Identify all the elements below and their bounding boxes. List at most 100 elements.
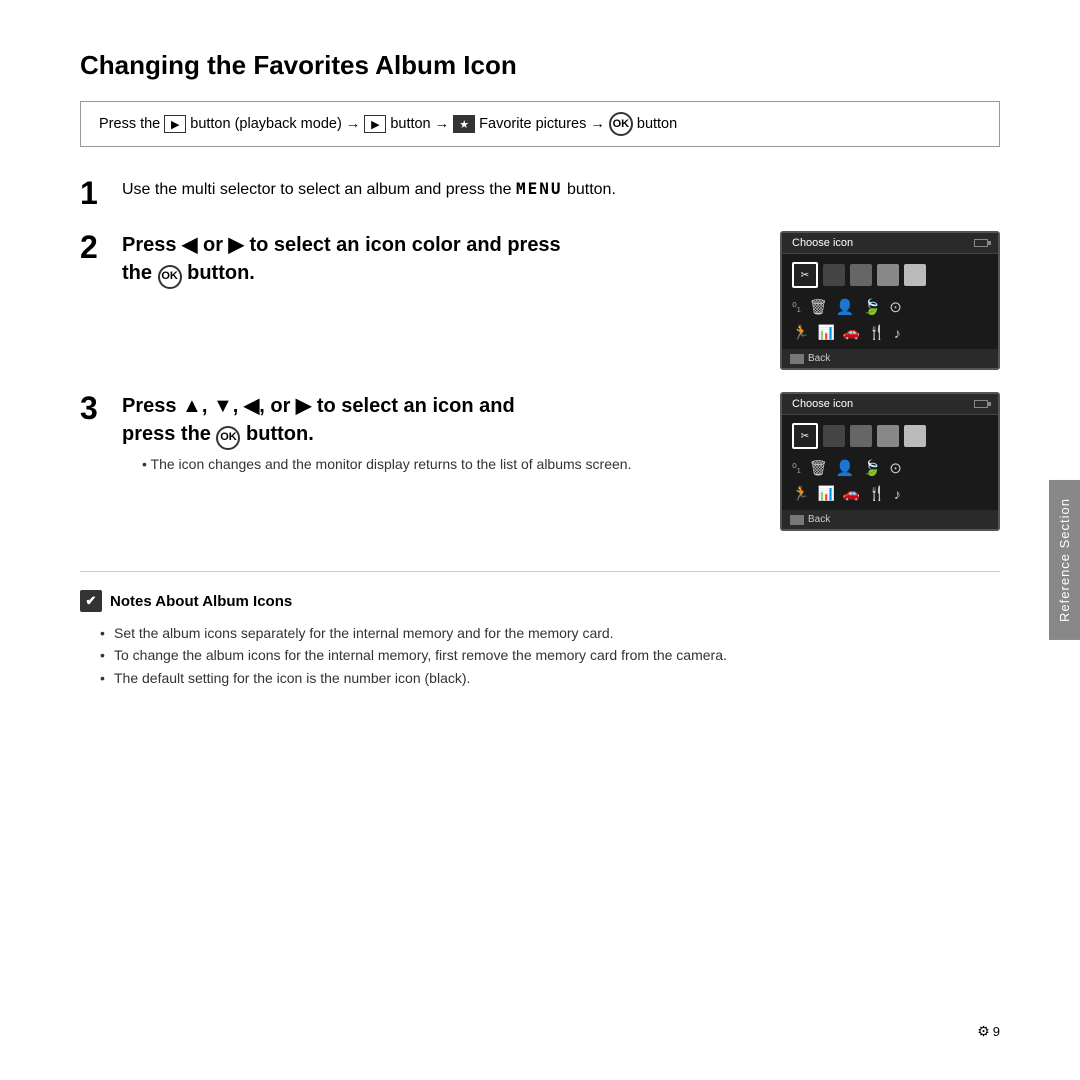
page-number: ⚙ 9 <box>977 1023 1000 1040</box>
battery-icon-step3 <box>974 400 988 408</box>
swatch-5-s3 <box>904 425 926 447</box>
note-bullet-3: The default setting for the icon is the … <box>100 667 1000 689</box>
step-3-line2: press the OK button. <box>122 420 760 450</box>
swatch-2 <box>823 264 845 286</box>
step-1: 1 Use the multi selector to select an al… <box>80 177 1000 209</box>
nav-part2: button → <box>390 116 449 132</box>
step-2-line2: the OK button. <box>122 259 760 289</box>
playback-icon-2: ▶ <box>364 115 386 133</box>
color-row-step3: ✂ <box>792 423 988 449</box>
step-2-number: 2 <box>80 231 108 263</box>
swatch-2-s3 <box>823 425 845 447</box>
screen-title-step2: Choose icon <box>792 237 853 249</box>
swatch-3-s3 <box>850 425 872 447</box>
icon-leaf: 🍃 <box>863 298 882 316</box>
page-num-text: 9 <box>993 1024 1000 1039</box>
screen-header-step2: Choose icon <box>782 233 998 254</box>
nav-favorite-text: Favorite pictures → <box>479 116 605 132</box>
screen-title-step3: Choose icon <box>792 398 853 410</box>
icon-trash-s3: 🗑 <box>809 459 828 477</box>
icon-leaf-s3: 🍃 <box>863 459 882 477</box>
back-icon-step2 <box>790 354 804 364</box>
note-bullet-1: Set the album icons separately for the i… <box>100 622 1000 644</box>
icon-row-1-step3: ⁰₁ 🗑 👤 🍃 ⊙ <box>792 459 988 477</box>
page-title: Changing the Favorites Album Icon <box>80 50 1000 81</box>
camera-screen-step3: Choose icon ✂ <box>780 392 1000 531</box>
icon-fork-s3: 🍴 <box>868 485 885 502</box>
step-1-text-part1: Use the multi selector to select an albu… <box>122 181 512 198</box>
notes-checkmark-icon: ✔ <box>80 590 102 612</box>
swatch-4 <box>877 264 899 286</box>
playback-icon-1: ▶ <box>164 115 186 133</box>
icon-run-s3: 🏃 <box>792 485 809 502</box>
step-2-row: Press ◀ or ▶ to select an icon color and… <box>122 231 1000 370</box>
screen-body-step3: ✂ ⁰₁ 🗑 👤 🍃 ⊙ <box>782 415 998 510</box>
swatch-3 <box>850 264 872 286</box>
ok-icon-step3: OK <box>216 426 240 450</box>
icon-music: ♪ <box>894 325 901 341</box>
swatch-selected-s3: ✂ <box>792 423 818 449</box>
battery-icon-step2 <box>974 239 988 247</box>
icon-music-s3: ♪ <box>894 486 901 502</box>
icon-chart-s3: 📊 <box>817 485 834 502</box>
back-icon-step3 <box>790 515 804 525</box>
step-3-bullet: The icon changes and the monitor display… <box>142 454 760 475</box>
icon-num-s3: ⁰₁ <box>792 461 801 475</box>
icon-chart: 📊 <box>817 324 834 341</box>
nav-box: Press the ▶ button (playback mode) → ▶ b… <box>80 101 1000 147</box>
icon-circle-s3: ⊙ <box>889 459 902 477</box>
icon-row-2-step3: 🏃 📊 🚗 🍴 ♪ <box>792 485 988 502</box>
screen-body-step2: ✂ ⁰₁ 🗑 👤 🍃 ⊙ <box>782 254 998 349</box>
ok-icon-nav: OK <box>609 112 633 136</box>
screen-footer-step2: Back <box>782 349 998 368</box>
back-label-step2: Back <box>808 353 830 364</box>
icon-row-2-step2: 🏃 📊 🚗 🍴 ♪ <box>792 324 988 341</box>
notes-section: ✔ Notes About Album Icons Set the album … <box>80 571 1000 689</box>
notes-title: Notes About Album Icons <box>110 593 292 610</box>
screen-footer-step3: Back <box>782 510 998 529</box>
step-3-number: 3 <box>80 392 108 424</box>
icon-fork: 🍴 <box>868 324 885 341</box>
icon-person-s3: 👤 <box>836 459 855 477</box>
step-1-content: Use the multi selector to select an albu… <box>122 177 1000 202</box>
swatch-selected: ✂ <box>792 262 818 288</box>
step-2-text: Press ◀ or ▶ to select an icon color and… <box>122 231 760 289</box>
swatch-4-s3 <box>877 425 899 447</box>
screen-header-step3: Choose icon <box>782 394 998 415</box>
step-2-line1: Press ◀ or ▶ to select an icon color and… <box>122 231 760 259</box>
step-3-content: Press ▲, ▼, ◀, or ▶ to select an icon an… <box>122 392 1000 531</box>
icon-trash: 🗑 <box>809 298 828 316</box>
step-2-content: Press ◀ or ▶ to select an icon color and… <box>122 231 1000 370</box>
note-bullet-2: To change the album icons for the intern… <box>100 644 1000 666</box>
step-3-row: Press ▲, ▼, ◀, or ▶ to select an icon an… <box>122 392 1000 531</box>
ok-icon-step2: OK <box>158 265 182 289</box>
nav-press-text: Press the <box>99 116 160 132</box>
menu-label: MENU <box>516 179 563 198</box>
icon-row-1-step2: ⁰₁ 🗑 👤 🍃 ⊙ <box>792 298 988 316</box>
page-num-icon: ⚙ <box>977 1023 990 1040</box>
icon-circle: ⊙ <box>889 298 902 316</box>
nav-part3: button <box>637 116 677 132</box>
step-3-text: Press ▲, ▼, ◀, or ▶ to select an icon an… <box>122 392 760 450</box>
nav-part1: button (playback mode) → <box>190 116 360 132</box>
step-2: 2 Press ◀ or ▶ to select an icon color a… <box>80 231 1000 370</box>
color-row-step2: ✂ <box>792 262 988 288</box>
icon-num: ⁰₁ <box>792 300 801 314</box>
step-1-text-part2: button. <box>567 181 616 198</box>
icon-car: 🚗 <box>843 324 860 341</box>
side-tab: Reference Section <box>1049 480 1080 640</box>
back-label-step3: Back <box>808 514 830 525</box>
step-3: 3 Press ▲, ▼, ◀, or ▶ to select an icon … <box>80 392 1000 531</box>
icon-run: 🏃 <box>792 324 809 341</box>
step-3-text-col: Press ▲, ▼, ◀, or ▶ to select an icon an… <box>122 392 760 475</box>
page: Changing the Favorites Album Icon Press … <box>0 0 1080 1080</box>
step-2-text-col: Press ◀ or ▶ to select an icon color and… <box>122 231 760 289</box>
icon-person: 👤 <box>836 298 855 316</box>
notes-header: ✔ Notes About Album Icons <box>80 590 1000 612</box>
step-3-line1: Press ▲, ▼, ◀, or ▶ to select an icon an… <box>122 392 760 420</box>
swatch-5 <box>904 264 926 286</box>
camera-screen-step2: Choose icon ✂ <box>780 231 1000 370</box>
icon-car-s3: 🚗 <box>843 485 860 502</box>
step-1-number: 1 <box>80 177 108 209</box>
favorites-icon: ★ <box>453 115 475 133</box>
